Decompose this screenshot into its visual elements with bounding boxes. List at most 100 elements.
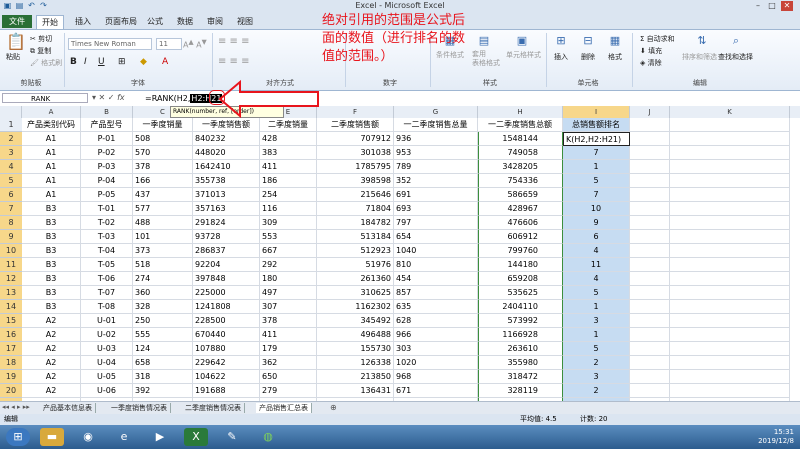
find-select-button[interactable]: 查找和选择 (718, 52, 753, 62)
cell-style-button[interactable]: 单元格样式 (506, 50, 541, 60)
grid-cell[interactable] (630, 356, 670, 370)
minimize-icon[interactable]: – (752, 1, 764, 11)
grid-cell[interactable] (670, 146, 790, 160)
column-header-b[interactable]: B (81, 106, 133, 118)
table-cell[interactable]: 968 (394, 370, 478, 384)
format-cells-icon[interactable]: ▦ (607, 34, 623, 47)
table-cell[interactable]: 126338 (317, 356, 394, 370)
table-cell[interactable]: 355980 (478, 356, 563, 370)
row-header[interactable]: 20 (0, 384, 22, 398)
table-cell[interactable]: 496488 (317, 328, 394, 342)
rank-cell[interactable]: 11 (563, 258, 630, 272)
table-cell[interactable]: 303 (394, 342, 478, 356)
table-cell[interactable]: 840232 (193, 132, 260, 146)
table-cell[interactable]: T-08 (81, 300, 133, 314)
grid-cell[interactable] (630, 328, 670, 342)
grid-cell[interactable] (630, 384, 670, 398)
table-cell[interactable]: P-05 (81, 188, 133, 202)
rank-cell[interactable]: 1 (563, 160, 630, 174)
rank-cell[interactable]: 4 (563, 272, 630, 286)
table-cell[interactable]: 179 (260, 342, 317, 356)
tab-page-layout[interactable]: 页面布局 (100, 15, 142, 28)
row-header[interactable]: 13 (0, 286, 22, 300)
row-header[interactable]: 2 (0, 132, 22, 146)
rank-cell[interactable]: 5 (563, 174, 630, 188)
column-title-cell[interactable]: 总销售额排名 (563, 118, 630, 132)
table-cell[interactable]: 1548144 (478, 132, 563, 146)
row-header[interactable]: 3 (0, 146, 22, 160)
table-cell[interactable]: A2 (22, 370, 81, 384)
table-cell[interactable]: U-06 (81, 384, 133, 398)
column-title-cell[interactable]: 二季度销量 (260, 118, 317, 132)
table-cell[interactable]: 573992 (478, 314, 563, 328)
rank-cell[interactable]: 5 (563, 342, 630, 356)
name-box[interactable]: RANK (2, 93, 88, 103)
sheet-tab-summary[interactable]: 产品销售汇总表 (256, 403, 312, 413)
table-cell[interactable]: B3 (22, 230, 81, 244)
table-cell[interactable]: 144180 (478, 258, 563, 272)
table-cell[interactable]: 229642 (193, 356, 260, 370)
table-cell[interactable]: 476606 (478, 216, 563, 230)
table-cell[interactable]: A2 (22, 342, 81, 356)
table-cell[interactable]: T-05 (81, 258, 133, 272)
table-cell[interactable]: 371013 (193, 188, 260, 202)
grid-cell[interactable] (630, 370, 670, 384)
ie-icon[interactable]: e (112, 428, 136, 446)
table-cell[interactable]: 292 (260, 258, 317, 272)
table-cell[interactable]: 378 (133, 160, 193, 174)
table-cell[interactable]: 263610 (478, 342, 563, 356)
close-icon[interactable]: ✕ (781, 1, 793, 11)
table-cell[interactable]: 936 (394, 132, 478, 146)
table-cell[interactable]: 754336 (478, 174, 563, 188)
table-cell[interactable]: 667 (260, 244, 317, 258)
table-cell[interactable]: U-02 (81, 328, 133, 342)
grid-cell[interactable] (670, 160, 790, 174)
table-cell[interactable]: 225000 (193, 286, 260, 300)
copy-button[interactable]: ⧉ 复制 (30, 46, 51, 56)
grid-cell[interactable] (670, 132, 790, 146)
table-cell[interactable]: 92204 (193, 258, 260, 272)
italic-button[interactable]: I (84, 57, 87, 67)
table-cell[interactable]: 357163 (193, 202, 260, 216)
table-cell[interactable]: B3 (22, 272, 81, 286)
table-cell[interactable]: 383 (260, 146, 317, 160)
table-cell[interactable]: 360 (133, 286, 193, 300)
table-cell[interactable]: 398598 (317, 174, 394, 188)
table-cell[interactable]: 553 (260, 230, 317, 244)
paste-button[interactable]: 粘贴 (6, 52, 20, 62)
table-cell[interactable]: P-04 (81, 174, 133, 188)
file-explorer-icon[interactable]: ▬ (40, 428, 64, 446)
table-cell[interactable]: 291824 (193, 216, 260, 230)
table-cell[interactable]: 1642410 (193, 160, 260, 174)
table-cell[interactable]: 2404110 (478, 300, 563, 314)
rank-cell[interactable]: 1 (563, 300, 630, 314)
table-cell[interactable]: 254 (260, 188, 317, 202)
table-cell[interactable]: 635 (394, 300, 478, 314)
table-cell[interactable]: 213850 (317, 370, 394, 384)
table-cell[interactable]: U-04 (81, 356, 133, 370)
rank-cell[interactable]: 1 (563, 328, 630, 342)
grid-cell[interactable] (670, 188, 790, 202)
table-cell[interactable]: 411 (260, 160, 317, 174)
table-cell[interactable]: 3428205 (478, 160, 563, 174)
rank-cell[interactable]: 7 (563, 188, 630, 202)
table-cell[interactable]: T-04 (81, 244, 133, 258)
table-cell[interactable]: 274 (133, 272, 193, 286)
font-name-select[interactable]: Times New Roman (68, 38, 152, 50)
sheet-tab-q2-sales[interactable]: 二季度销售情况表 (182, 403, 245, 413)
maximize-icon[interactable]: □ (766, 1, 778, 11)
table-cell[interactable]: 671 (394, 384, 478, 398)
table-cell[interactable]: 155730 (317, 342, 394, 356)
table-cell[interactable]: 261360 (317, 272, 394, 286)
rank-cell[interactable]: 2 (563, 384, 630, 398)
table-cell[interactable]: 659208 (478, 272, 563, 286)
grid-cell[interactable] (670, 258, 790, 272)
grid-cell[interactable] (630, 300, 670, 314)
table-cell[interactable]: 857 (394, 286, 478, 300)
table-cell[interactable]: 428967 (478, 202, 563, 216)
table-format-button[interactable]: 套用 表格格式 (472, 50, 500, 68)
table-cell[interactable]: 215646 (317, 188, 394, 202)
table-cell[interactable]: 707912 (317, 132, 394, 146)
table-cell[interactable]: 309 (260, 216, 317, 230)
rank-cell[interactable]: 4 (563, 244, 630, 258)
